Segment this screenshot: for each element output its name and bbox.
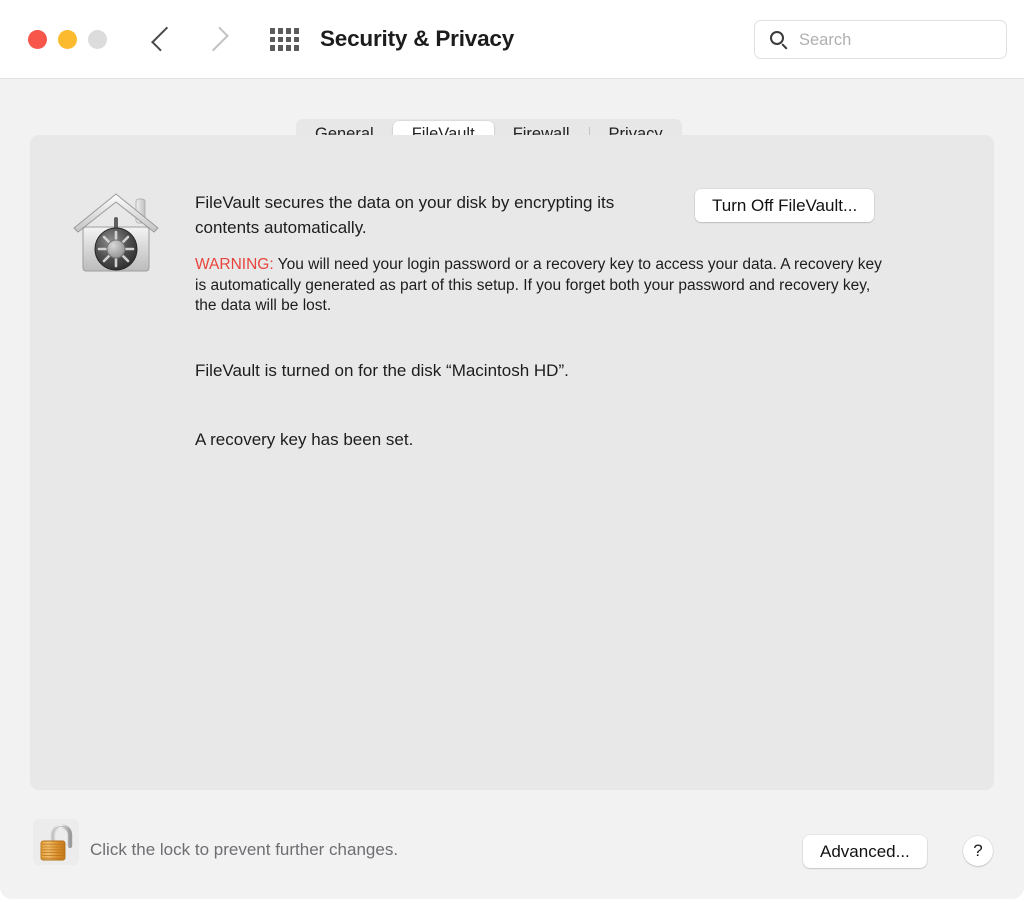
filevault-status-recovery-key: A recovery key has been set. xyxy=(195,430,414,449)
filevault-house-safe-icon xyxy=(73,193,159,272)
show-all-grid-icon[interactable] xyxy=(270,28,299,51)
minimize-button[interactable] xyxy=(58,30,77,49)
search-field[interactable]: Search xyxy=(754,20,1007,59)
search-input[interactable]: Search xyxy=(799,31,851,50)
help-button[interactable]: ? xyxy=(963,836,993,866)
advanced-button[interactable]: Advanced... xyxy=(803,835,927,868)
chevron-left-icon xyxy=(151,26,176,52)
unlocked-padlock-icon[interactable] xyxy=(32,818,80,866)
filevault-description: FileVault secures the data on your disk … xyxy=(195,193,615,237)
forward-button[interactable] xyxy=(204,22,239,56)
filevault-panel: FileVault secures the data on your disk … xyxy=(30,135,994,790)
search-icon xyxy=(770,31,788,49)
zoom-button[interactable] xyxy=(88,30,107,49)
lock-caption: Click the lock to prevent further change… xyxy=(90,840,399,859)
chevron-right-icon xyxy=(204,26,229,52)
titlebar: Security & Privacy Search xyxy=(0,0,1024,79)
filevault-status-disk: FileVault is turned on for the disk “Mac… xyxy=(195,361,569,380)
turn-off-filevault-button[interactable]: Turn Off FileVault... xyxy=(695,189,875,222)
window-controls xyxy=(28,30,107,49)
warning-text: You will need your login password or a r… xyxy=(195,256,882,314)
warning-label: WARNING: xyxy=(195,256,274,273)
close-button[interactable] xyxy=(28,30,47,49)
back-button[interactable] xyxy=(148,22,182,56)
filevault-warning: WARNING: You will need your login passwo… xyxy=(195,255,885,317)
page-title: Security & Privacy xyxy=(320,26,515,51)
system-preferences-window: Security & Privacy Search General FileVa… xyxy=(0,0,1024,899)
